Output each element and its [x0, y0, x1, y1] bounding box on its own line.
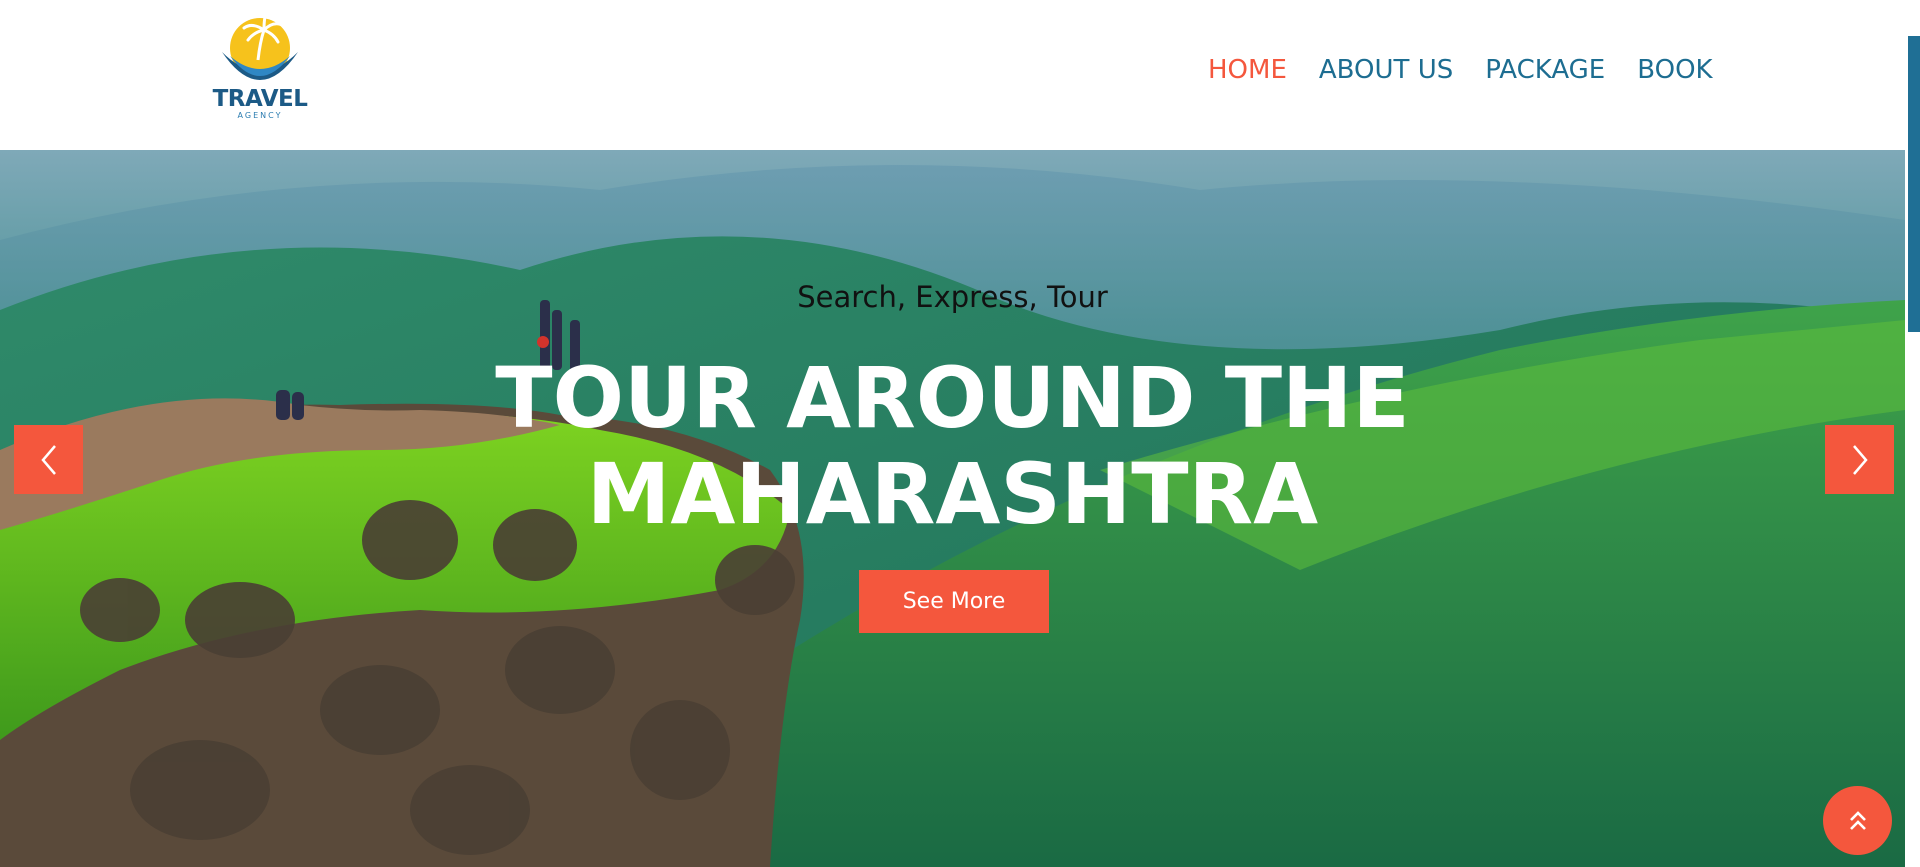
chevron-left-icon	[40, 444, 56, 475]
hero-headline: TOUR AROUND THE MAHARASHTRA	[0, 350, 1905, 542]
brand-tagline: AGENCY	[237, 111, 283, 120]
hero-headline-line-1: TOUR AROUND THE	[495, 349, 1410, 447]
nav-item-package[interactable]: PACKAGE	[1485, 56, 1605, 85]
hero-headline-line-2: MAHARASHTRA	[586, 445, 1319, 543]
double-chevron-up-icon	[1849, 810, 1866, 830]
hero-subtitle: Search, Express, Tour	[797, 280, 1108, 314]
brand-logo[interactable]: TRAVEL AGENCY	[208, 12, 312, 122]
back-to-top-button[interactable]	[1823, 786, 1892, 855]
see-more-button[interactable]: See More	[859, 570, 1049, 633]
slider-prev-button[interactable]	[14, 425, 83, 494]
scrollbar-thumb[interactable]	[1908, 36, 1920, 332]
chevron-right-icon	[1852, 444, 1868, 475]
page-scrollbar[interactable]	[1905, 0, 1920, 867]
hero-slider: Search, Express, Tour TOUR AROUND THE MA…	[0, 150, 1905, 867]
slider-next-button[interactable]	[1825, 425, 1894, 494]
nav-item-home[interactable]: HOME	[1208, 56, 1287, 85]
site-header: TRAVEL AGENCY HOME ABOUT US PACKAGE BOOK	[0, 0, 1905, 150]
page: TRAVEL AGENCY HOME ABOUT US PACKAGE BOOK	[0, 0, 1920, 867]
nav-item-about-us[interactable]: ABOUT US	[1319, 56, 1453, 85]
main-nav: HOME ABOUT US PACKAGE BOOK	[1208, 56, 1745, 85]
nav-item-book[interactable]: BOOK	[1637, 56, 1712, 85]
palm-sun-logo-icon	[222, 12, 298, 80]
brand-name: TRAVEL	[212, 86, 308, 112]
